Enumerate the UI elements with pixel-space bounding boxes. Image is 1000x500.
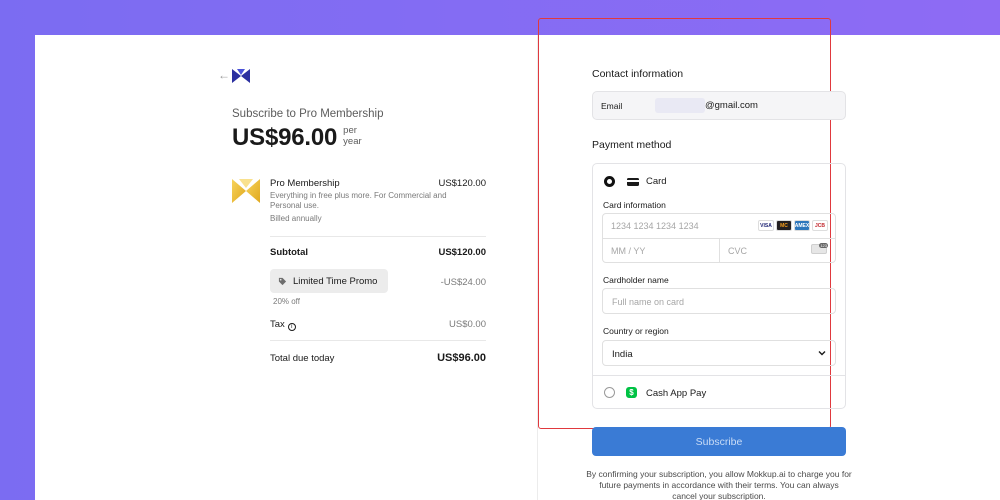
checkout-page: ← Subscribe to Pro Membership US$96.00 p… <box>35 35 1000 500</box>
promo-label: Limited Time Promo <box>293 275 378 287</box>
jcb-icon: JCB <box>812 220 828 231</box>
cardholder-input[interactable]: Full name on card <box>602 288 836 314</box>
country-select[interactable]: India <box>602 340 836 366</box>
country-label: Country or region <box>603 326 669 336</box>
price-amount: US$96.00 <box>232 124 338 151</box>
card-radio[interactable] <box>604 176 615 187</box>
promo-value: -US$24.00 <box>440 277 486 288</box>
promo-chip[interactable]: Limited Time Promo <box>270 269 388 293</box>
divider <box>270 236 486 237</box>
cash-app-icon: $ <box>626 387 637 398</box>
tax-label: Tax <box>270 319 285 330</box>
cardholder-placeholder: Full name on card <box>612 297 685 307</box>
price-period: per year <box>343 125 361 147</box>
email-label: Email <box>601 101 623 111</box>
payment-title: Payment method <box>592 139 672 151</box>
subscribe-title: Subscribe to Pro Membership <box>232 108 384 120</box>
mokkup-logo-icon <box>232 69 250 83</box>
amex-icon: AMEX <box>794 220 810 231</box>
price-period-line1: per <box>343 125 357 136</box>
subtotal-label: Subtotal <box>270 247 308 258</box>
total-value: US$96.00 <box>437 352 486 364</box>
info-icon[interactable]: i <box>287 323 296 331</box>
promo-discount: 20% off <box>273 297 300 306</box>
product-name: Pro Membership <box>270 178 340 189</box>
card-brands: VISA MC AMEX JCB <box>758 220 828 231</box>
card-info-group: 1234 1234 1234 1234 VISA MC AMEX JCB MM … <box>602 213 836 263</box>
chevron-down-icon <box>818 351 826 356</box>
expiry-input[interactable]: MM / YY <box>611 246 645 256</box>
product-price: US$120.00 <box>438 178 486 189</box>
gold-m-logo-icon <box>232 179 260 203</box>
card-info-label: Card information <box>603 200 666 210</box>
visa-icon: VISA <box>758 220 774 231</box>
cardholder-label: Cardholder name <box>603 275 669 285</box>
cashapp-radio[interactable] <box>604 387 615 398</box>
card-number-input[interactable]: 1234 1234 1234 1234 <box>611 221 699 231</box>
product-billing: Billed annually <box>270 214 322 223</box>
card-group-divider <box>719 238 720 263</box>
email-redaction <box>655 98 705 113</box>
order-summary: ← Subscribe to Pro Membership US$96.00 p… <box>35 35 537 500</box>
subscribe-button[interactable]: Subscribe <box>592 427 846 456</box>
cvc-card-icon <box>811 243 828 254</box>
card-option-label: Card <box>646 176 667 187</box>
arrow-left-icon[interactable]: ← <box>218 69 230 81</box>
credit-card-icon <box>627 178 639 186</box>
price-row: US$96.00 per year <box>232 124 362 152</box>
legal-text: By confirming your subscription, you all… <box>586 469 852 500</box>
divider <box>270 340 486 341</box>
mastercard-icon: MC <box>776 220 792 231</box>
total-label: Total due today <box>270 353 335 364</box>
tax-row-label: Tax i <box>270 319 296 331</box>
tax-value: US$0.00 <box>449 319 486 330</box>
tag-icon <box>278 277 287 285</box>
price-period-line2: year <box>343 136 362 147</box>
cashapp-option-label: Cash App Pay <box>646 388 707 399</box>
contact-title: Contact information <box>592 68 684 80</box>
email-field[interactable]: Email @gmail.com <box>592 91 846 120</box>
subtotal-value: US$120.00 <box>438 247 486 258</box>
email-value: @gmail.com <box>705 100 758 111</box>
payment-divider <box>593 375 845 376</box>
payment-method-box: Card Card information 1234 1234 1234 123… <box>592 163 846 409</box>
cvc-input[interactable]: CVC <box>728 246 747 256</box>
country-value: India <box>612 349 633 360</box>
product-description: Everything in free plus more. For Commer… <box>270 191 447 210</box>
